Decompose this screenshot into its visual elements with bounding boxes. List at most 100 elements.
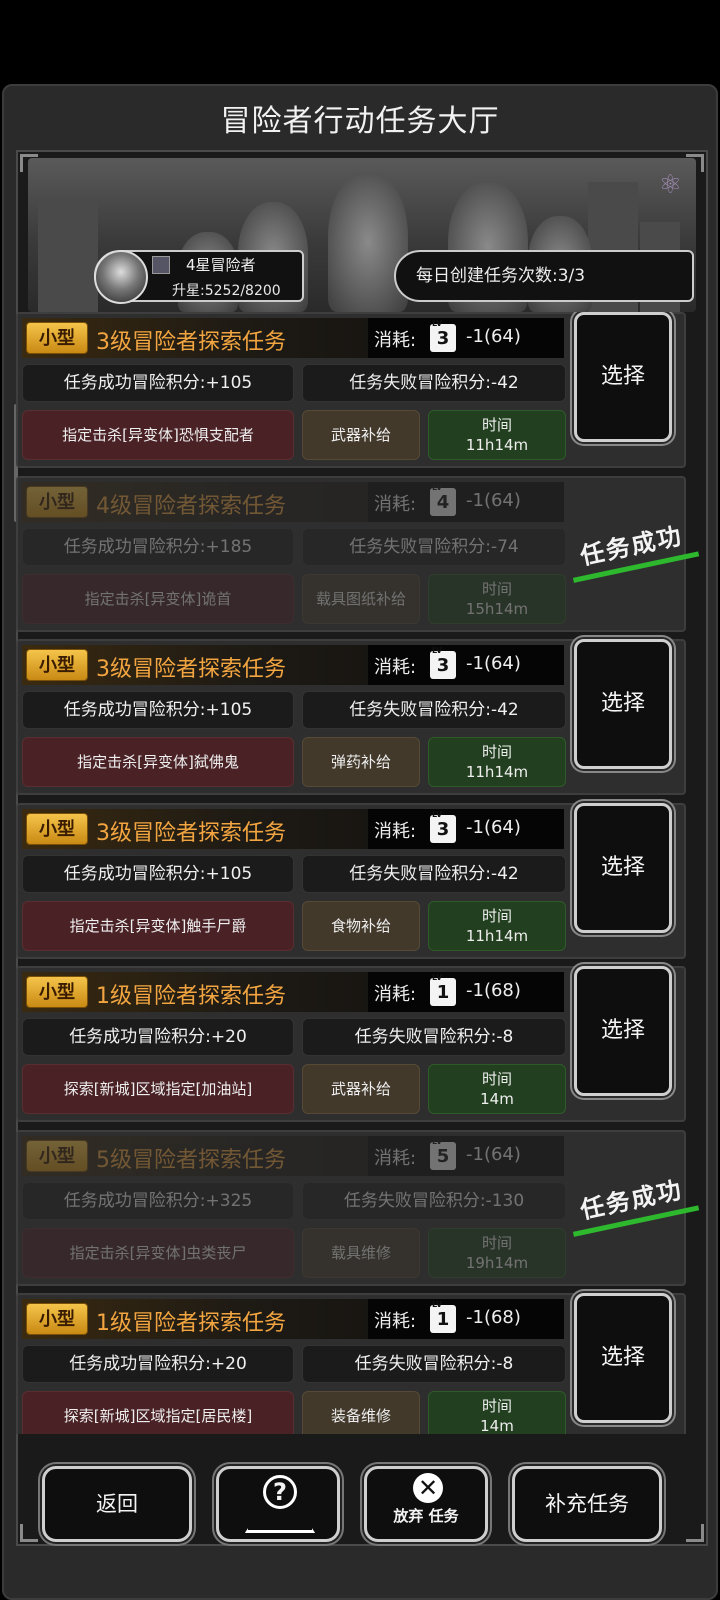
mission-name: 1级冒险者探索任务 xyxy=(96,984,286,1009)
time-value: 14m xyxy=(480,1090,514,1108)
mission-card[interactable]: 小型 3级冒险者探索任务 消耗: 3 -1(64) 任务成功冒险积分:+105任务失败冒险… xyxy=(16,312,686,468)
rank-gem-icon xyxy=(152,256,170,274)
select-mission-button[interactable]: 选择 xyxy=(574,1293,672,1423)
cost-label: 消耗: xyxy=(374,493,417,515)
cost-label: 消耗: xyxy=(374,1147,417,1169)
mission-target: 指定击杀[异变体]恐惧支配者 xyxy=(22,410,294,460)
select-mission-button[interactable]: 选择 xyxy=(574,966,672,1096)
mission-time: 时间 11h14m xyxy=(428,737,566,787)
question-icon: ? xyxy=(263,1475,297,1509)
mission-target: 指定击杀[异变体]诡首 xyxy=(22,573,294,624)
mission-header: 小型 1级冒险者探索任务 消耗: 1 -1(68) xyxy=(22,972,564,1012)
mission-header: 小型 5级冒险者探索任务 消耗: 5 -1(64) xyxy=(22,1135,564,1176)
mission-list[interactable]: 小型3级冒险者探索任务消耗:3-1(64)任务成功冒险积分:+105任务失败冒险… xyxy=(10,312,710,1434)
help-button[interactable]: ? xyxy=(216,1466,340,1542)
mission-name: 3级冒险者探索任务 xyxy=(96,657,286,682)
mission-card[interactable]: 小型 1级冒险者探索任务 消耗: 1 -1(68) 任务成功冒险积分:+20任务失败冒险积… xyxy=(16,966,686,1122)
time-label: 时间 xyxy=(481,743,512,761)
cost-value: -1(64) xyxy=(466,816,521,838)
fail-penalty: 任务失败冒险积分:-130 xyxy=(302,1181,566,1220)
time-value: 14m xyxy=(480,1417,514,1434)
mission-card[interactable]: 小型 3级冒险者探索任务 消耗: 3 -1(64) 任务成功冒险积分:+105任务失败冒险… xyxy=(16,802,686,959)
mission-size-badge: 小型 xyxy=(26,976,88,1008)
character-portrait xyxy=(328,172,408,312)
fail-penalty: 任务失败冒险积分:-8 xyxy=(302,1018,566,1056)
time-label: 时间 xyxy=(481,906,512,925)
mission-supply: 食物补给 xyxy=(302,900,420,951)
mission-time: 时间 19h14m xyxy=(428,1227,566,1278)
mission-size-badge: 小型 xyxy=(26,1139,88,1172)
mission-success-stamp: 任务成功 xyxy=(564,1166,700,1237)
mission-name: 4级冒险者探索任务 xyxy=(96,493,286,519)
level-ticket-icon: 1 xyxy=(430,1299,456,1333)
abandon-mission-button[interactable]: ✕ 放弃 任务 xyxy=(364,1466,488,1542)
time-value: 15h14m xyxy=(465,599,529,618)
select-mission-button[interactable]: 选择 xyxy=(574,802,672,933)
level-ticket-icon: 4 xyxy=(430,482,456,516)
time-label: 时间 xyxy=(481,1233,512,1252)
cost-value: -1(64) xyxy=(466,326,521,347)
mission-card[interactable]: 小型 4级冒险者探索任务 消耗: 4 -1(64) 任务成功冒险积分:+185任务失败冒险… xyxy=(16,475,700,632)
mission-name: 3级冒险者探索任务 xyxy=(96,820,286,846)
level-ticket-icon: 1 xyxy=(430,972,456,1006)
cost-label: 消耗: xyxy=(374,330,417,351)
mission-card[interactable]: 小型 5级冒险者探索任务 消耗: 5 -1(64) 任务成功冒险积分:+325任务失败冒险… xyxy=(16,1129,700,1286)
success-reward: 任务成功冒险积分:+105 xyxy=(22,854,294,893)
fail-penalty: 任务失败冒险积分:-42 xyxy=(302,364,566,402)
cost-label: 消耗: xyxy=(374,984,417,1005)
mission-size-badge: 小型 xyxy=(26,485,88,518)
success-reward: 任务成功冒险积分:+20 xyxy=(22,1018,294,1056)
select-mission-button[interactable]: 选择 xyxy=(574,639,672,769)
avatar[interactable] xyxy=(94,250,148,304)
mission-target: 指定击杀[异变体]触手尸爵 xyxy=(22,900,294,951)
select-mission-button[interactable]: 选择 xyxy=(574,312,672,442)
refill-mission-button[interactable]: 补充任务 xyxy=(512,1466,662,1542)
level-ticket-icon: 5 xyxy=(430,1136,456,1170)
mission-time: 时间 15h14m xyxy=(428,573,566,624)
mission-supply: 载具图纸补给 xyxy=(302,573,420,624)
cost-label: 消耗: xyxy=(374,657,417,678)
mission-name: 1级冒险者探索任务 xyxy=(96,1311,286,1336)
mission-name: 5级冒险者探索任务 xyxy=(96,1147,286,1173)
upgrade-progress: 升星:5252/8200 xyxy=(172,283,281,299)
mission-card[interactable]: 小型 1级冒险者探索任务 消耗: 1 -1(68) 任务成功冒险积分:+20任务失败冒险积… xyxy=(16,1293,686,1434)
back-button[interactable]: 返回 xyxy=(42,1466,192,1542)
time-label: 时间 xyxy=(481,579,512,598)
mission-time: 时间 14m xyxy=(428,1391,566,1434)
cost-value: -1(68) xyxy=(466,980,521,1001)
success-reward: 任务成功冒险积分:+105 xyxy=(22,691,294,729)
level-ticket-icon: 3 xyxy=(430,645,456,679)
mission-time: 时间 11h14m xyxy=(428,410,566,460)
cost-label: 消耗: xyxy=(374,820,417,842)
abandon-label: 放弃 任务 xyxy=(393,1507,459,1525)
cost-label: 消耗: xyxy=(374,1311,417,1332)
mission-size-badge: 小型 xyxy=(26,1303,88,1335)
mission-target: 探索[新城]区域指定[加油站] xyxy=(22,1064,294,1114)
mission-header: 小型 3级冒险者探索任务 消耗: 3 -1(64) xyxy=(22,645,564,685)
time-value: 11h14m xyxy=(465,926,529,945)
mission-supply: 弹药补给 xyxy=(302,737,420,787)
fail-penalty: 任务失败冒险积分:-8 xyxy=(302,1345,566,1383)
mission-supply: 装备维修 xyxy=(302,1391,420,1434)
mission-size-badge: 小型 xyxy=(26,649,88,681)
mission-name: 3级冒险者探索任务 xyxy=(96,330,286,355)
mission-card[interactable]: 小型 3级冒险者探索任务 消耗: 3 -1(64) 任务成功冒险积分:+105任务失败冒险… xyxy=(16,639,686,795)
mission-cost: 消耗: 5 -1(64) xyxy=(368,1135,564,1176)
mission-header: 小型 3级冒险者探索任务 消耗: 3 -1(64) xyxy=(22,808,564,849)
mission-success-stamp: 任务成功 xyxy=(564,512,700,583)
success-reward: 任务成功冒险积分:+105 xyxy=(22,364,294,402)
time-value: 11h14m xyxy=(465,436,529,454)
mission-cost: 消耗: 3 -1(64) xyxy=(368,808,564,849)
mission-cost: 消耗: 3 -1(64) xyxy=(368,318,564,358)
mission-header: 小型 4级冒险者探索任务 消耗: 4 -1(64) xyxy=(22,481,564,522)
mission-cost: 消耗: 1 -1(68) xyxy=(368,972,564,1012)
cost-value: -1(68) xyxy=(466,1307,521,1328)
time-label: 时间 xyxy=(481,1397,512,1415)
building-silhouette xyxy=(38,202,98,312)
mission-cost: 消耗: 4 -1(64) xyxy=(368,481,564,522)
mission-cost: 消耗: 3 -1(64) xyxy=(368,645,564,685)
daily-create-count: 每日创建任务次数:3/3 xyxy=(394,250,694,302)
fail-penalty: 任务失败冒险积分:-42 xyxy=(302,691,566,729)
success-reward: 任务成功冒险积分:+20 xyxy=(22,1345,294,1383)
mission-size-badge: 小型 xyxy=(26,812,88,845)
